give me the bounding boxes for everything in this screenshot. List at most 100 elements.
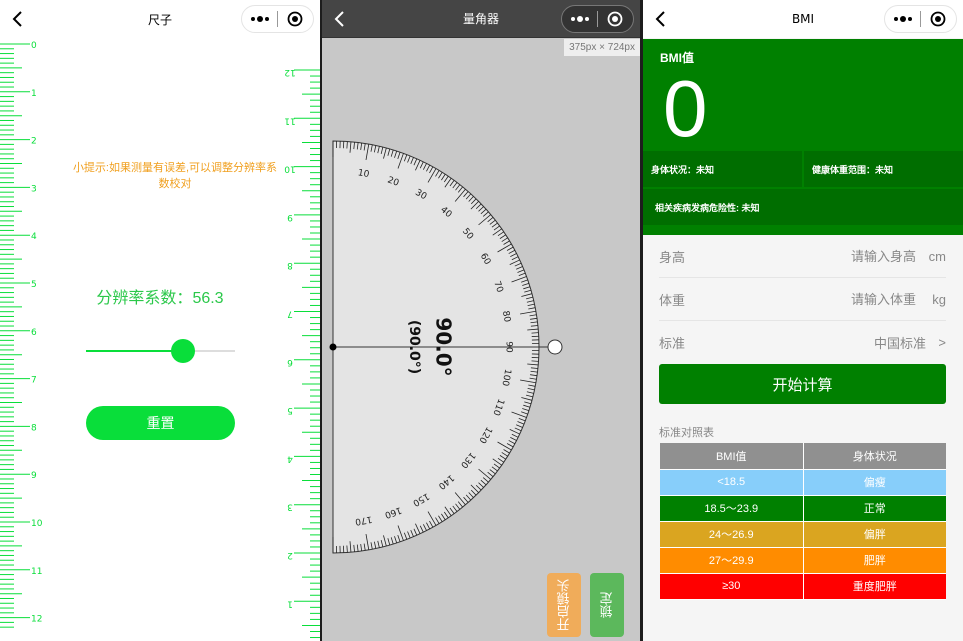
angle-readout: 90.0° <box>432 317 456 376</box>
chevron-right-icon: > <box>938 335 946 350</box>
table-row: <18.5 偏瘦 <box>660 469 946 495</box>
reset-button[interactable]: 重置 <box>86 406 235 440</box>
slider-thumb[interactable] <box>170 339 195 363</box>
resolution-readout: 分辨率系数：56.3 <box>50 284 270 308</box>
close-target-icon[interactable] <box>598 6 633 32</box>
ruler-label-right: 8 <box>287 260 293 270</box>
standard-label: 标准 <box>659 336 686 351</box>
bmi-reference-table: BMI值 身体状况 <18.5 偏瘦 18.5～23.9 正常 24～26.9 偏胖 27～… <box>660 443 946 600</box>
ruler-label-left: 0 <box>31 41 37 51</box>
page-title: BMI <box>791 12 815 26</box>
table-row: 18.5～23.9 正常 <box>660 495 946 521</box>
ruler-label-left: 3 <box>31 184 37 194</box>
height-label: 身高 <box>659 249 686 265</box>
pointer-handle[interactable] <box>547 339 563 355</box>
calculate-button[interactable]: 开始计算 <box>659 364 946 404</box>
ruler-label-left: 1 <box>31 89 37 99</box>
back-arrow-icon[interactable] <box>651 9 671 29</box>
ruler-label-right: 12 <box>284 67 295 77</box>
protractor-label: 10 <box>357 168 370 180</box>
viewport-size-label: 375px × 724px <box>564 39 640 56</box>
close-target-icon[interactable] <box>278 6 313 32</box>
ruler-label-left: 12 <box>31 615 42 625</box>
ruler-label-right: 9 <box>287 212 293 222</box>
table-row: 27～29.9 肥胖 <box>660 547 946 573</box>
protractor-panel: 量角器 10 20 30 40 50 60 70 80 90 100 110 120 130 140 150… <box>322 0 640 641</box>
weight-input[interactable] <box>796 291 916 307</box>
table-cell-status: 偏胖 <box>802 521 946 547</box>
ruler-label-left: 5 <box>31 280 37 290</box>
ruler-area: 0 1 2 3 4 5 6 7 8 9 10 11 12 12 11 10 9 8 7 6 5 4 3 2 1 小提示:如果测量… <box>0 38 320 641</box>
table-row: ≥30 重度肥胖 <box>660 573 946 599</box>
pivot-dot <box>329 343 337 351</box>
resolution-label: 分辨率系数： <box>96 290 193 307</box>
bmi-result-header: BMI值 0 身体状况：未知 健康体重范围：未知 相关疾病发病危险性: 未知 <box>643 39 963 235</box>
back-arrow-icon[interactable] <box>330 9 350 29</box>
more-dots-icon[interactable] <box>562 6 597 32</box>
ruler-label-right: 4 <box>287 453 293 463</box>
table-cell-range: <18.5 <box>717 476 746 488</box>
height-unit: cm <box>928 248 946 264</box>
protractor-dial[interactable]: 1020304050607080901001101201301401501601… <box>322 38 640 641</box>
table-cell-range: ≥30 <box>722 580 741 592</box>
standard-row[interactable]: 标准 中国标准 > <box>659 321 946 364</box>
mini-program-capsule <box>561 5 634 33</box>
disease-risk: 相关疾病发病危险性: 未知 <box>643 189 963 225</box>
ruler-panel: 尺子 0 1 2 3 4 5 6 7 8 9 10 11 12 12 11 10 9 8 7 6 5 4 3 2 1 小提示:如… <box>0 0 320 641</box>
ruler-label-right: 5 <box>287 405 293 415</box>
table-cell-range: 27～29.9 <box>708 555 754 567</box>
table-cell-range: 18.5～23.9 <box>704 503 759 515</box>
page-title: 量角器 <box>462 12 499 26</box>
protractor-navbar: 量角器 <box>322 0 640 38</box>
ruler-label-left: 7 <box>31 376 37 386</box>
table-cell-range: 24～26.9 <box>708 529 754 541</box>
ruler-label-left: 8 <box>31 423 37 433</box>
mini-program-capsule <box>884 5 957 33</box>
more-dots-icon[interactable] <box>242 6 277 32</box>
ruler-label-right: 6 <box>287 357 293 367</box>
ruler-label-right: 7 <box>287 309 293 319</box>
ruler-label-right: 10 <box>284 164 296 174</box>
healthy-weight-range: 健康体重范围：未知 <box>804 151 963 187</box>
resolution-value: 56.3 <box>192 290 224 307</box>
bmi-form: 身高 cm 体重 kg 标准 中国标准 > <box>659 235 946 364</box>
table-cell-status: 肥胖 <box>802 547 946 573</box>
protractor-label: 80 <box>500 310 512 323</box>
weight-unit: kg <box>932 291 946 307</box>
mini-program-capsule <box>241 5 314 33</box>
ruler-label-left: 6 <box>31 328 37 338</box>
page-title: 尺子 <box>147 12 172 27</box>
table-header-status: 身体状况 <box>802 443 946 469</box>
height-input[interactable] <box>796 248 916 264</box>
table-header-row: BMI值 身体状况 <box>660 443 946 469</box>
ruler-label-left: 9 <box>31 471 37 481</box>
more-dots-icon[interactable] <box>885 6 920 32</box>
table-cell-status: 重度肥胖 <box>802 573 946 599</box>
table-header-bmi: BMI值 <box>715 450 747 463</box>
table-cell-status: 偏瘦 <box>802 469 946 495</box>
ruler-label-right: 2 <box>287 550 293 560</box>
table-row: 24～26.9 偏胖 <box>660 521 946 547</box>
height-row: 身高 cm <box>659 235 946 278</box>
back-arrow-icon[interactable] <box>8 9 28 29</box>
lock-button[interactable]: 锁定 <box>590 573 624 637</box>
standard-select[interactable]: 中国标准 <box>874 333 926 352</box>
weight-label: 体重 <box>659 292 686 308</box>
bmi-value: 0 <box>663 64 708 153</box>
ruler-label-right: 3 <box>287 502 293 512</box>
reference-table-title: 标准对照表 <box>659 427 714 439</box>
angle-readout-alt: (90.0°) <box>406 320 422 374</box>
ruler-label-left: 4 <box>31 232 37 242</box>
ruler-label-right: 1 <box>287 598 293 608</box>
ruler-label-right: 11 <box>284 115 295 125</box>
resolution-slider[interactable] <box>86 338 235 364</box>
camera-button[interactable]: 开启镜头 <box>547 573 581 637</box>
body-status: 身体状况：未知 <box>643 151 802 187</box>
ruler-label-left: 10 <box>31 519 43 529</box>
close-target-icon[interactable] <box>921 6 956 32</box>
bmi-panel: BMI BMI值 0 身体状况：未知 健康体重范围：未知 相关疾病发病危险性: … <box>643 0 963 641</box>
ruler-label-left: 11 <box>31 567 42 577</box>
calibration-hint: 小提示:如果测量有误差,可以调整分辨率系数校对 <box>72 162 278 190</box>
table-cell-status: 正常 <box>802 495 946 521</box>
weight-row: 体重 kg <box>659 278 946 321</box>
